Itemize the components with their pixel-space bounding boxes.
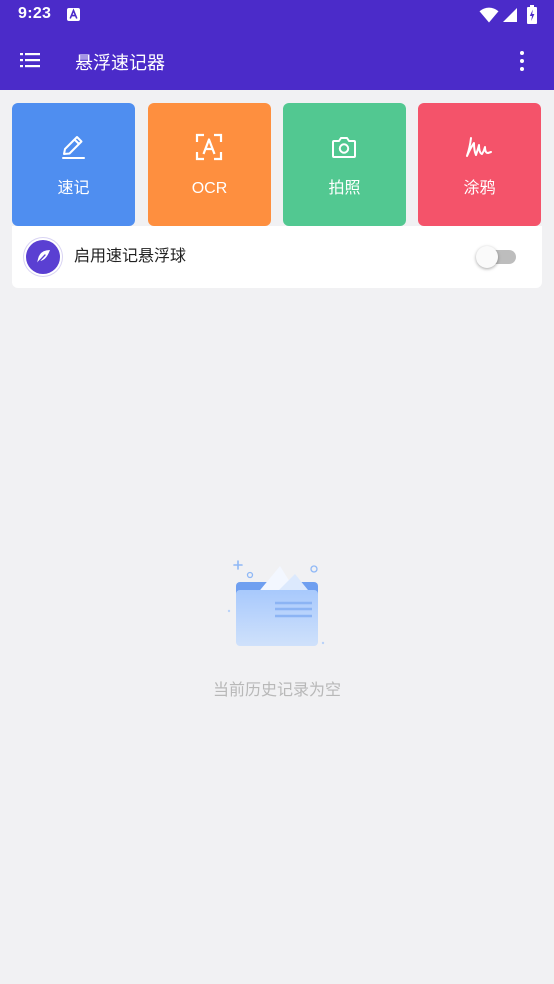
signature-icon: [466, 137, 492, 157]
tile-quick-note[interactable]: 速记: [12, 103, 135, 226]
tile-doodle[interactable]: 涂鸦: [418, 103, 541, 226]
empty-folder-icon: [227, 560, 325, 646]
more-options-button[interactable]: [510, 44, 534, 76]
toggle-thumb: [476, 246, 498, 268]
app-bar: 悬浮速记器: [0, 30, 554, 90]
tile-label: 涂鸦: [463, 180, 496, 197]
signal-icon: [503, 8, 517, 22]
tile-label: 拍照: [328, 180, 361, 197]
app-title: 悬浮速记器: [75, 53, 165, 73]
status-time: 9:23: [18, 5, 52, 22]
ocr-scan-icon: [195, 133, 223, 161]
floating-ball-badge: [26, 240, 60, 274]
menu-list-icon: [20, 53, 40, 68]
empty-state-text: 当前历史记录为空: [212, 682, 341, 699]
status-bar: 9:23: [0, 0, 554, 30]
pencil-icon: [62, 136, 85, 159]
battery-charging-icon: [527, 5, 537, 24]
camera-icon: [332, 137, 356, 158]
feather-icon: [35, 250, 50, 266]
wifi-icon: [479, 7, 499, 23]
tile-camera[interactable]: 拍照: [283, 103, 406, 226]
tile-label: OCR: [191, 180, 228, 197]
a-box-icon: [67, 8, 80, 21]
floating-ball-toggle[interactable]: [472, 244, 532, 270]
tile-ocr[interactable]: OCR: [148, 103, 271, 226]
menu-button[interactable]: [14, 44, 46, 76]
floating-ball-label: 启用速记悬浮球: [74, 248, 187, 265]
floating-ball-card: 启用速记悬浮球: [12, 226, 542, 288]
tile-label: 速记: [57, 180, 90, 197]
more-vert-icon: [520, 51, 524, 71]
